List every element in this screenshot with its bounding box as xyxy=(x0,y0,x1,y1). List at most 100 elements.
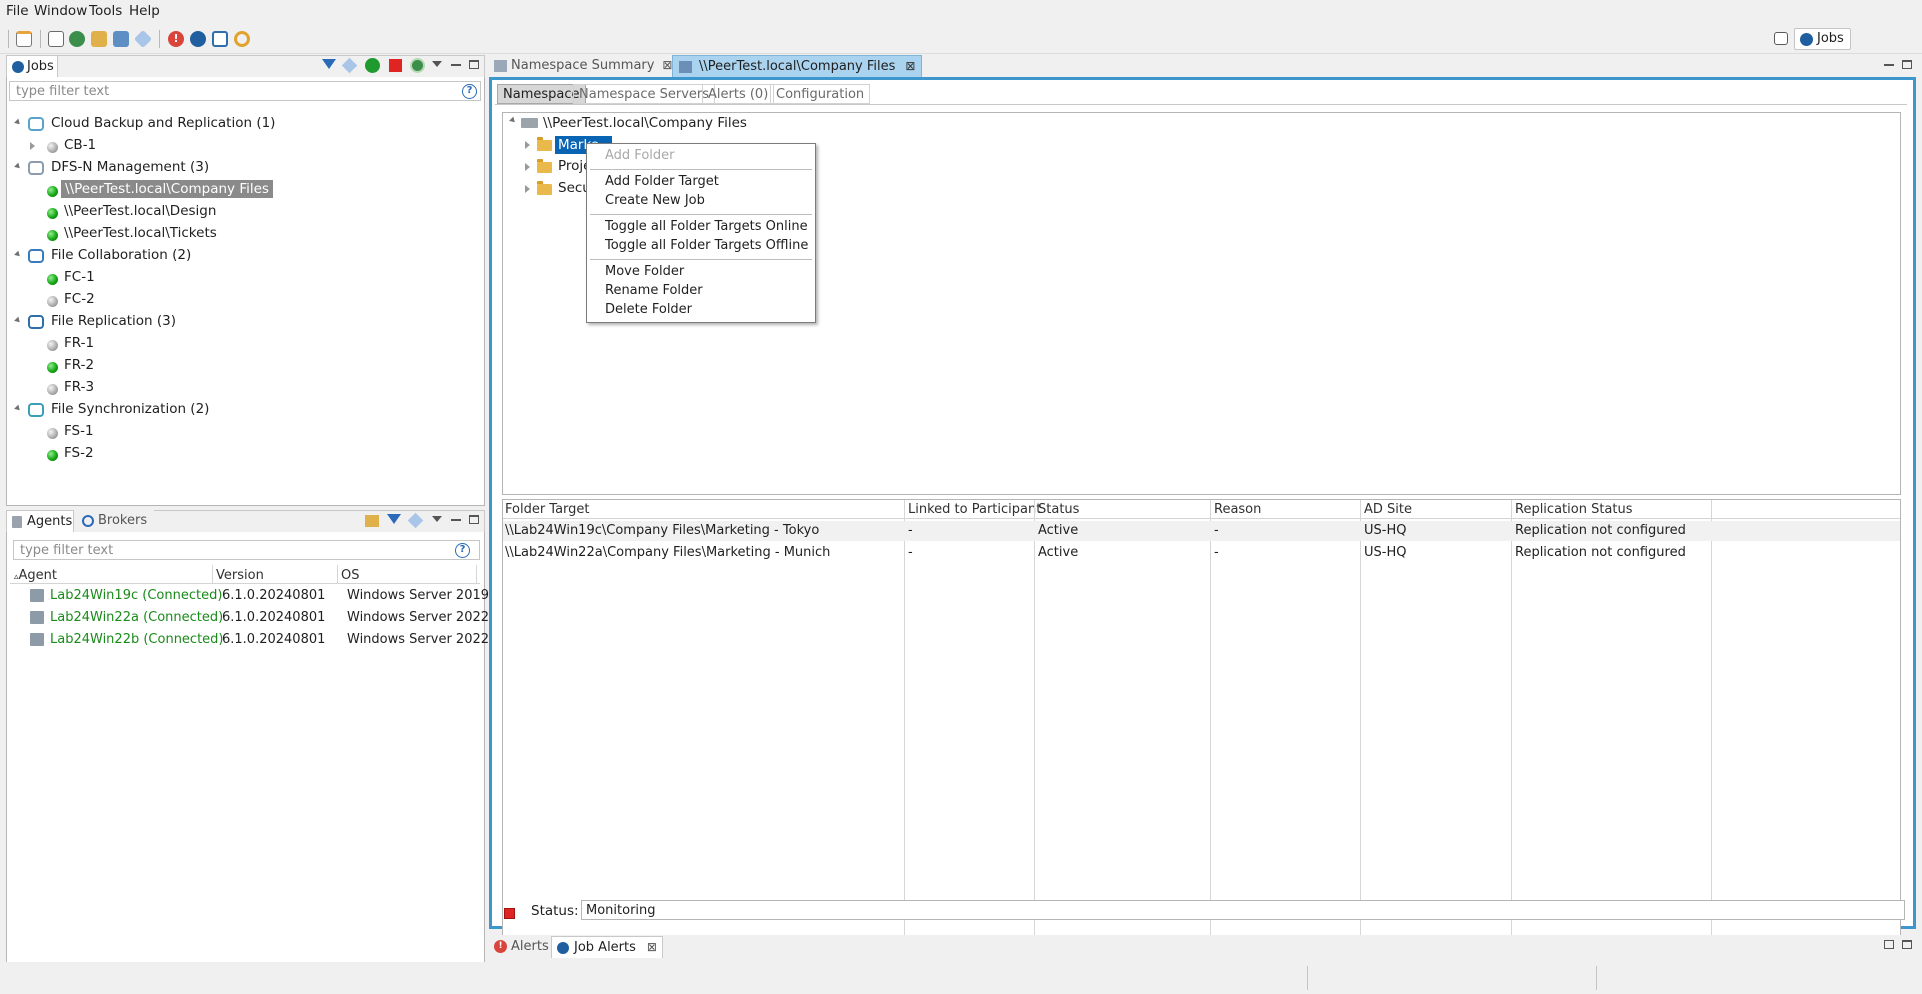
play-icon[interactable] xyxy=(365,58,380,73)
status-field: Monitoring xyxy=(581,900,1905,920)
column-header[interactable]: Replication Status xyxy=(1515,499,1633,519)
jobs-tab[interactable]: Jobs xyxy=(6,55,58,77)
namespace-root[interactable]: \\PeerTest.local\Company Files xyxy=(543,115,747,131)
expand-marketing[interactable] xyxy=(525,141,530,149)
agents-filter-input[interactable]: type filter text xyxy=(13,540,480,560)
main-toolbar: ! Jobs xyxy=(0,22,1922,54)
restore-icon[interactable] xyxy=(1884,940,1894,949)
menu-item-delete-folder[interactable]: Delete Folder xyxy=(605,302,692,317)
tab-alerts[interactable]: ! Alerts xyxy=(489,936,555,958)
broker-icon[interactable] xyxy=(365,515,379,527)
help-icon[interactable]: ? xyxy=(462,84,477,99)
version-column-header[interactable]: Version xyxy=(216,565,264,585)
clipboard-icon[interactable] xyxy=(212,31,228,47)
agents-view: Agents Brokers type filter text ? ▵Agent… xyxy=(6,510,489,963)
list-view-icon[interactable] xyxy=(48,31,64,47)
dfsn-icon xyxy=(28,161,44,175)
subtab-alerts[interactable]: Alerts (0) xyxy=(702,84,775,104)
tab-job-alerts[interactable]: Job Alerts ⊠ xyxy=(551,936,663,958)
column-header[interactable]: Status xyxy=(1038,499,1079,519)
status-stop-icon xyxy=(504,908,515,919)
tree-job-label: \\PeerTest.local\Company Files xyxy=(61,180,273,198)
maximize-icon[interactable] xyxy=(1902,60,1912,69)
status-stopped-icon xyxy=(47,340,58,351)
tree-job-label: \\PeerTest.local\Tickets xyxy=(64,225,217,241)
menu-file[interactable]: File xyxy=(6,3,29,19)
tag-icon[interactable] xyxy=(133,29,153,49)
maximize-icon[interactable] xyxy=(469,515,479,524)
status-running-icon xyxy=(47,450,58,461)
table-row[interactable]: Lab24Win22a (Connected) 6.1.0.20240801 Win… xyxy=(10,608,489,628)
stop-icon[interactable] xyxy=(389,59,402,72)
close-icon[interactable]: ⊠ xyxy=(647,940,657,954)
table-cell: Active xyxy=(1038,545,1079,560)
agent-name: Lab24Win22a (Connected) xyxy=(50,610,224,625)
tab-namespace-summary[interactable]: Namespace Summary ⊠ xyxy=(489,55,678,77)
broker-icon[interactable] xyxy=(91,31,107,47)
table-row[interactable]: Lab24Win22b (Connected) 6.1.0.20240801 Win… xyxy=(10,630,489,650)
table-row[interactable]: Lab24Win19c (Connected) 6.1.0.20240801 Win… xyxy=(10,586,489,606)
column-header[interactable]: Folder Target xyxy=(505,499,590,519)
namespace-icon xyxy=(679,61,692,73)
jobs-filter-input[interactable]: type filter text xyxy=(9,81,481,101)
menu-item-rename-folder[interactable]: Rename Folder xyxy=(605,283,703,298)
table-cell: - xyxy=(908,545,913,560)
menu-item-add-folder: Add Folder xyxy=(605,148,675,163)
close-icon[interactable]: ⊠ xyxy=(905,59,915,73)
status-running-icon xyxy=(47,362,58,373)
minimize-icon[interactable] xyxy=(451,519,461,521)
view-menu-icon[interactable] xyxy=(432,61,442,67)
menu-item-move-folder[interactable]: Move Folder xyxy=(605,264,684,279)
bottom-view: ! Alerts Job Alerts ⊠ xyxy=(489,935,1916,962)
os-column-header[interactable]: OS xyxy=(341,565,359,585)
filter-icon[interactable] xyxy=(322,59,336,69)
tree-category-label: File Synchronization (2) xyxy=(51,401,210,417)
tree-job-label: FC-2 xyxy=(64,291,95,307)
tab-company-files[interactable]: \\PeerTest.local\Company Files ⊠ xyxy=(672,55,923,77)
tree-category-label: File Replication (3) xyxy=(51,313,177,329)
tree-category-label: DFS-N Management (3) xyxy=(51,159,210,175)
menu-item-toggle-all-folder-targets-online[interactable]: Toggle all Folder Targets Online xyxy=(605,219,808,234)
maximize-icon[interactable] xyxy=(469,60,479,69)
globe-icon[interactable] xyxy=(69,31,85,47)
new-job-icon[interactable] xyxy=(16,31,32,47)
expand-arrow[interactable] xyxy=(30,142,35,150)
column-header[interactable]: AD Site xyxy=(1364,499,1412,519)
monitor-icon[interactable] xyxy=(113,31,129,47)
agent-server-icon xyxy=(30,611,44,624)
agent-column-header[interactable]: ▵Agent xyxy=(14,565,57,585)
alert-icon[interactable]: ! xyxy=(168,31,184,47)
column-header[interactable]: Linked to Participant xyxy=(908,499,1041,519)
menu-tools[interactable]: Tools xyxy=(89,3,122,19)
namespace-icon xyxy=(494,60,507,72)
subtab-configuration[interactable]: Configuration xyxy=(770,84,871,104)
expand-projects[interactable] xyxy=(525,163,530,171)
perspective-jobs-button[interactable]: Jobs xyxy=(1794,28,1851,50)
agents-tab[interactable]: Agents xyxy=(6,510,74,532)
run-job-icon[interactable] xyxy=(410,58,425,73)
menu-item-create-new-job[interactable]: Create New Job xyxy=(605,193,705,208)
agent-version: 6.1.0.20240801 xyxy=(222,632,326,647)
minimize-icon[interactable] xyxy=(1884,64,1894,66)
minimize-icon[interactable] xyxy=(451,64,461,66)
help-icon[interactable]: ? xyxy=(455,543,470,558)
filter-icon[interactable] xyxy=(387,514,401,524)
menu-help[interactable]: Help xyxy=(129,3,160,19)
menu-window[interactable]: Window xyxy=(34,3,87,19)
subtab-namespace-servers[interactable]: Namespace Servers xyxy=(573,84,716,104)
sync-icon xyxy=(28,403,44,417)
refresh-icon[interactable] xyxy=(234,31,250,47)
layout-icon[interactable] xyxy=(1774,32,1788,45)
view-menu-icon[interactable] xyxy=(432,516,442,522)
tree-job-label: FS-2 xyxy=(64,445,94,461)
menu-item-add-folder-target[interactable]: Add Folder Target xyxy=(605,174,719,189)
gear-icon[interactable] xyxy=(190,31,206,47)
brokers-tab[interactable]: Brokers xyxy=(76,510,156,532)
menu-item-toggle-all-folder-targets-offline[interactable]: Toggle all Folder Targets Offline xyxy=(605,238,808,253)
agent-version: 6.1.0.20240801 xyxy=(222,588,326,603)
column-header[interactable]: Reason xyxy=(1214,499,1261,519)
expand-security[interactable] xyxy=(525,185,530,193)
table-cell: Replication not configured xyxy=(1515,545,1686,560)
close-icon[interactable]: ⊠ xyxy=(662,58,672,72)
maximize-icon[interactable] xyxy=(1902,940,1912,949)
